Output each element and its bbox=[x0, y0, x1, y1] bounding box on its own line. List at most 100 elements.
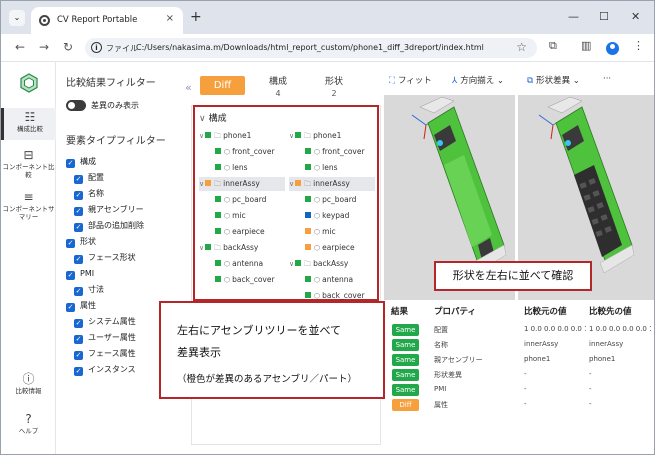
rail-item-component-summary[interactable]: ≡ コンポーネントサマリー bbox=[1, 190, 56, 221]
checkbox-checked-icon[interactable]: ✓ bbox=[74, 207, 83, 216]
filter-checkbox-system-attribute[interactable]: ✓ システム属性 bbox=[74, 317, 136, 329]
tab-search-button[interactable]: ⌄ bbox=[9, 10, 25, 26]
checkbox-checked-icon[interactable]: ✓ bbox=[66, 303, 75, 312]
chevron-down-icon: ∨ bbox=[289, 132, 295, 140]
tree-node[interactable]: ∨ 🗀 phone1 bbox=[199, 129, 251, 143]
checkbox-checked-icon[interactable]: ✓ bbox=[74, 191, 83, 200]
property-name: 親アセンブリー bbox=[434, 356, 483, 364]
more-menu-icon[interactable]: ⋮ bbox=[633, 39, 644, 52]
checkbox-checked-icon[interactable]: ✓ bbox=[74, 335, 83, 344]
table-row[interactable]: Same 形状差異 - - bbox=[389, 368, 654, 383]
table-row[interactable]: Same 名称 innerAssy innerAssy bbox=[389, 338, 654, 353]
info-icon[interactable]: i bbox=[91, 42, 102, 53]
close-window-icon[interactable]: ✕ bbox=[631, 10, 640, 23]
filter-checkbox-instance[interactable]: ✓ インスタンス bbox=[74, 365, 136, 377]
tree-node[interactable]: ⬡ lens bbox=[215, 161, 247, 175]
collapse-panel-icon[interactable]: « bbox=[185, 81, 192, 94]
tree-node[interactable]: ⬡ front_cover bbox=[305, 145, 365, 159]
diff-only-toggle[interactable] bbox=[66, 100, 86, 111]
part-icon: ⬡ bbox=[314, 164, 321, 172]
status-square bbox=[205, 244, 212, 250]
table-row[interactable]: Same PMI - - bbox=[389, 383, 654, 398]
filter-checkbox-user-attribute[interactable]: ✓ ユーザー属性 bbox=[74, 333, 136, 345]
checkbox-checked-icon[interactable]: ✓ bbox=[66, 159, 75, 168]
forward-icon[interactable]: → bbox=[39, 40, 49, 54]
minimize-icon[interactable]: — bbox=[568, 10, 579, 23]
rail-item-help[interactable]: ? ヘルプ bbox=[1, 412, 56, 435]
checkbox-checked-icon[interactable]: ✓ bbox=[74, 287, 83, 296]
shape-diff-label: 形状差異 bbox=[536, 76, 571, 86]
checkbox-checked-icon[interactable]: ✓ bbox=[74, 351, 83, 360]
checkbox-checked-icon[interactable]: ✓ bbox=[66, 271, 75, 280]
filter-checkbox-placement[interactable]: ✓ 配置 bbox=[74, 173, 104, 185]
side-panel-icon[interactable]: ▥ bbox=[581, 39, 591, 52]
tree-header[interactable]: ∨ 構成 bbox=[199, 111, 227, 124]
after-value: - bbox=[589, 370, 592, 378]
tree-node[interactable]: ∨ 🗀 phone1 bbox=[289, 129, 341, 143]
folder-icon: 🗀 bbox=[214, 132, 222, 140]
bookmark-star-icon[interactable]: ☆ bbox=[516, 40, 527, 54]
tree-node[interactable]: ⬡ antenna bbox=[305, 273, 353, 287]
tree-node[interactable]: ⬡ earpiece bbox=[215, 225, 265, 239]
tree-node[interactable]: ⬡ antenna bbox=[215, 257, 263, 271]
close-tab-icon[interactable]: × bbox=[166, 13, 174, 24]
tree-node[interactable]: ∨ 🗀 innerAssy bbox=[199, 177, 285, 191]
table-row[interactable]: Same 配置 1 0.0 0.0 0.0 0.0 1 1 0.0 0.0 0.… bbox=[389, 323, 654, 338]
tab-shape[interactable]: 形状 bbox=[319, 74, 349, 87]
rail-item-structure-compare[interactable]: ☷ 構成比較 bbox=[1, 108, 56, 140]
after-value: 1 0.0 0.0 0.0 0.0 1 bbox=[589, 325, 651, 333]
table-row[interactable]: Same 親アセンブリー phone1 phone1 bbox=[389, 353, 654, 368]
tree-node[interactable]: ∨ 🗀 backAssy bbox=[199, 241, 258, 255]
table-row[interactable]: Diff 属性 - - bbox=[389, 398, 654, 413]
more-options-button[interactable]: ··· bbox=[603, 74, 611, 84]
filter-checkbox-face-attribute[interactable]: ✓ フェース属性 bbox=[74, 349, 136, 361]
filter-checkbox-attribute[interactable]: ✓ 属性 bbox=[66, 301, 96, 313]
checkbox-checked-icon[interactable]: ✓ bbox=[74, 319, 83, 328]
checkbox-checked-icon[interactable]: ✓ bbox=[74, 255, 83, 264]
maximize-icon[interactable]: ☐ bbox=[599, 10, 609, 23]
tree-node[interactable]: ⬡ lens bbox=[305, 161, 337, 175]
align-view-dropdown[interactable]: ⅄ 方向揃え ⌄ bbox=[452, 74, 504, 86]
tree-node[interactable]: ⬡ earpiece bbox=[305, 241, 355, 255]
reload-icon[interactable]: ↻ bbox=[63, 40, 73, 54]
url-text[interactable]: C:/Users/nakasima.m/Downloads/html_repor… bbox=[136, 43, 484, 52]
filter-checkbox-dimension[interactable]: ✓ 寸法 bbox=[74, 285, 104, 297]
fit-button[interactable]: ⛶ フィット bbox=[389, 74, 432, 86]
extensions-icon[interactable]: ⧉ bbox=[549, 39, 557, 53]
rail-item-compare-info[interactable]: ⓘ 比較情報 bbox=[1, 372, 56, 395]
checkbox-checked-icon[interactable]: ✓ bbox=[74, 367, 83, 376]
filter-checkbox-name[interactable]: ✓ 名称 bbox=[74, 189, 104, 201]
checkbox-checked-icon[interactable]: ✓ bbox=[74, 223, 83, 232]
filter-checkbox-face-shape[interactable]: ✓ フェース形状 bbox=[74, 253, 136, 265]
filter-checkbox-pmi[interactable]: ✓ PMI bbox=[66, 269, 94, 281]
filter-checkbox-shape[interactable]: ✓ 形状 bbox=[66, 237, 96, 249]
new-tab-button[interactable]: + bbox=[190, 9, 202, 25]
tree-node[interactable]: ⬡ back_cover bbox=[215, 273, 275, 287]
status-square bbox=[295, 180, 302, 186]
back-icon[interactable]: ← bbox=[15, 40, 25, 54]
part-icon: ⬡ bbox=[224, 148, 231, 156]
checkbox-checked-icon[interactable]: ✓ bbox=[66, 239, 75, 248]
browser-tab[interactable]: CV Report Portable × bbox=[31, 7, 183, 34]
tab-diff[interactable]: Diff bbox=[200, 76, 245, 95]
status-square bbox=[295, 260, 302, 266]
tree-node[interactable]: ⬡ pc_board bbox=[215, 193, 266, 207]
status-square bbox=[215, 196, 221, 202]
tree-node[interactable]: ⬡ pc_board bbox=[305, 193, 356, 207]
filter-checkbox-structure[interactable]: ✓ 構成 bbox=[66, 157, 96, 169]
profile-avatar[interactable] bbox=[606, 42, 619, 55]
tab-structure[interactable]: 構成 bbox=[263, 74, 293, 87]
tree-node[interactable]: ⬡ mic bbox=[215, 209, 246, 223]
tree-node[interactable]: ⬡ mic bbox=[305, 225, 336, 239]
tree-node-label: earpiece bbox=[322, 243, 355, 252]
filter-checkbox-parent-assembly[interactable]: ✓ 親アセンブリー bbox=[74, 205, 144, 217]
tree-node[interactable]: ∨ 🗀 backAssy bbox=[289, 257, 348, 271]
tree-node[interactable]: ⬡ keypad bbox=[305, 209, 349, 223]
tree-node[interactable]: ⬡ front_cover bbox=[215, 145, 275, 159]
tree-node[interactable]: ∨ 🗀 innerAssy bbox=[289, 177, 375, 191]
checkbox-checked-icon[interactable]: ✓ bbox=[74, 175, 83, 184]
rail-item-component-compare[interactable]: ⊟ コンポーネント比較 bbox=[1, 148, 56, 179]
filter-checkbox-part-add-remove[interactable]: ✓ 部品の追加削除 bbox=[74, 221, 144, 233]
url-field[interactable]: i ファイル C:/Users/nakasima.m/Downloads/htm… bbox=[85, 38, 537, 58]
shape-diff-dropdown[interactable]: ⧉ 形状差異 ⌄ bbox=[527, 74, 580, 86]
